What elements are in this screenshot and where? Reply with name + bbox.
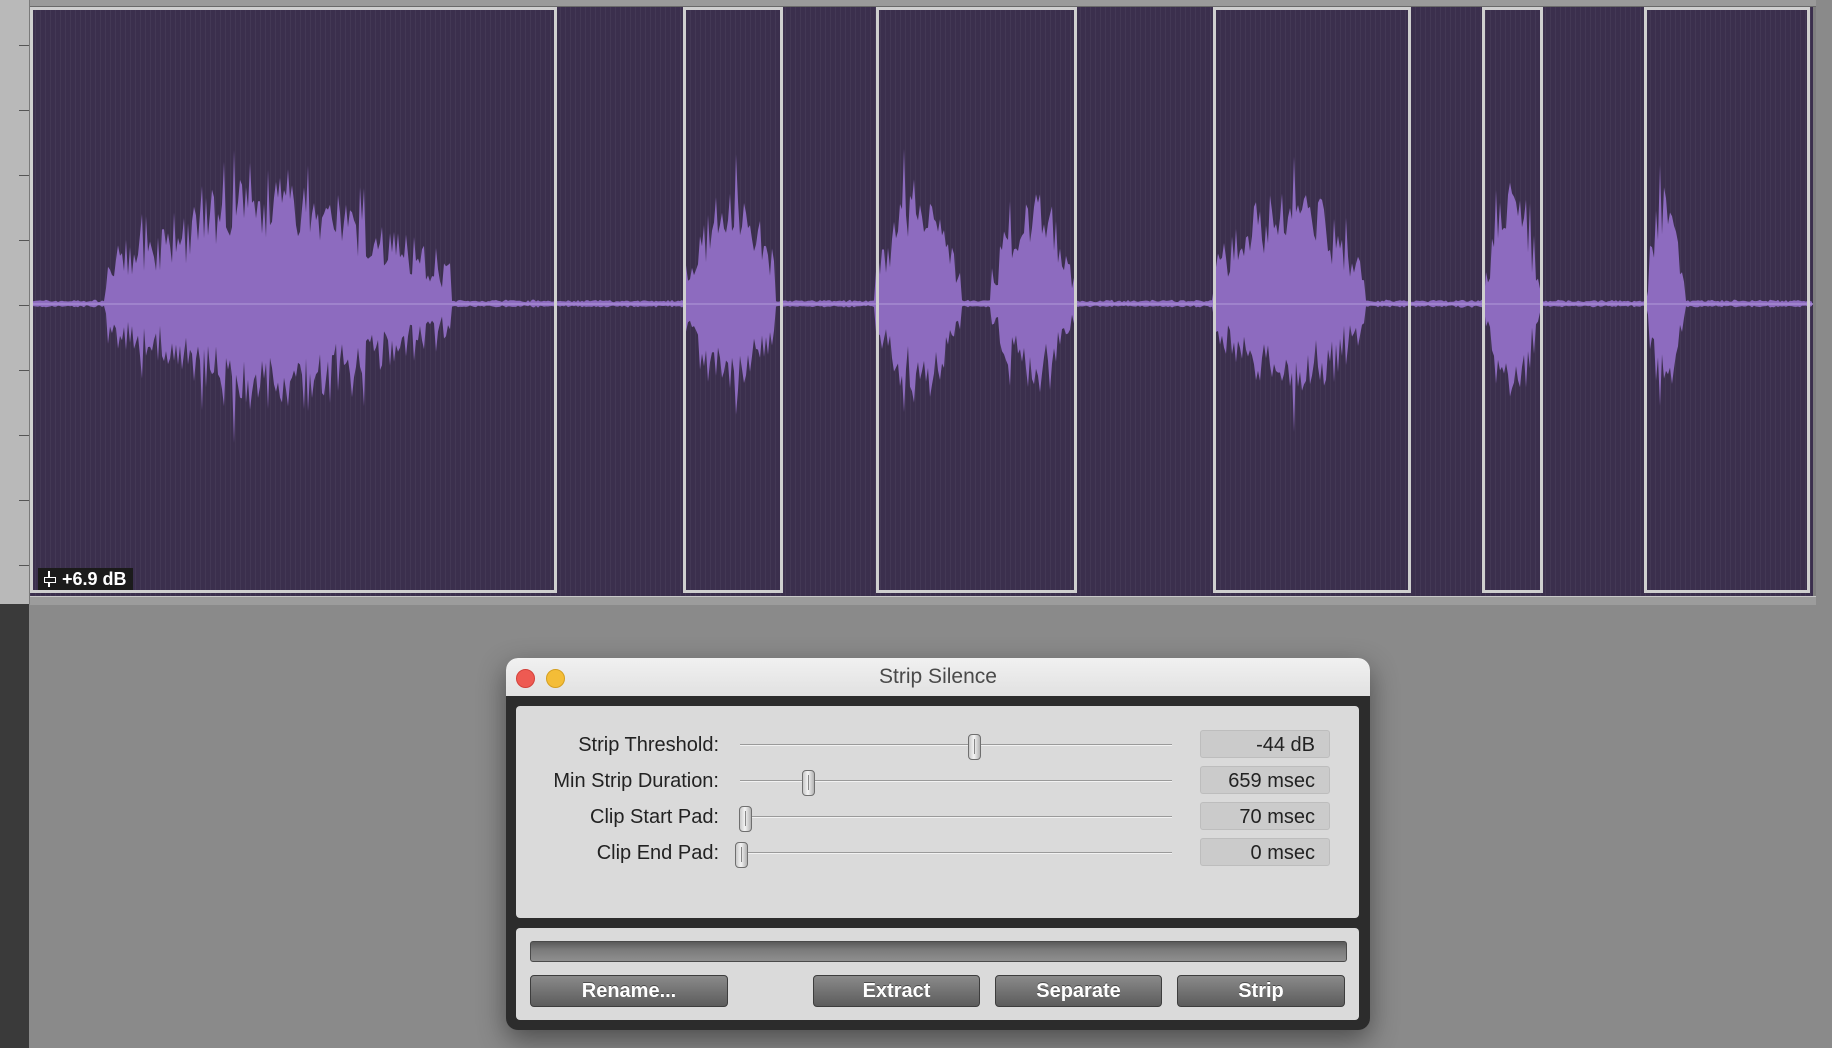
waveform-shape (30, 148, 1812, 444)
strip-threshold-value-field[interactable]: -44 dB (1200, 730, 1330, 758)
strip-silence-dialog: Strip Silence Strip Threshold: -44 dB Mi… (506, 658, 1370, 1030)
ruler-tick (19, 500, 29, 501)
clip-start-pad-slider-track[interactable] (740, 816, 1172, 818)
clip-end-pad-slider-track[interactable] (740, 852, 1172, 854)
clip-gain-value: +6.9 dB (62, 569, 127, 589)
ruler-tick (19, 305, 29, 306)
ruler-tick (19, 175, 29, 176)
clip-start-pad-label: Clip Start Pad: (590, 806, 719, 828)
dialog-titlebar[interactable]: Strip Silence (506, 658, 1370, 696)
waveform-area[interactable] (30, 7, 1813, 596)
clip-start-pad-value-field[interactable]: 70 msec (1200, 802, 1330, 830)
ruler-tick (19, 370, 29, 371)
track-bottom-border (30, 596, 1816, 605)
strip-threshold-slider-track[interactable] (740, 744, 1172, 746)
extract-button[interactable]: Extract (813, 975, 980, 1007)
min-strip-duration-slider-thumb[interactable] (801, 770, 815, 796)
ruler-tick (19, 565, 29, 566)
strip-button[interactable]: Strip (1177, 975, 1345, 1007)
dialog-title: Strip Silence (879, 665, 997, 688)
clip-end-pad-label: Clip End Pad: (596, 842, 719, 864)
param-row-clip-start-pad: Clip Start Pad: 70 msec (516, 802, 1359, 832)
clip-start-pad-slider-thumb[interactable] (739, 806, 753, 832)
param-row-min-strip-duration: Min Strip Duration: 659 msec (516, 766, 1359, 796)
clip-end-pad-value-field[interactable]: 0 msec (1200, 838, 1330, 866)
param-row-strip-threshold: Strip Threshold: -44 dB (516, 730, 1359, 760)
track-level-ruler (0, 0, 30, 604)
param-row-clip-end-pad: Clip End Pad: 0 msec (516, 838, 1359, 868)
parameters-panel: Strip Threshold: -44 dB Min Strip Durati… (516, 706, 1359, 918)
strip-threshold-label: Strip Threshold: (578, 734, 719, 756)
action-panel: Rename... Extract Separate Strip (516, 928, 1359, 1020)
min-strip-duration-label: Min Strip Duration: (553, 770, 719, 792)
clip-gain-badge[interactable]: +6.9 dB (38, 568, 133, 590)
ruler-tick (19, 435, 29, 436)
ruler-tick (19, 45, 29, 46)
min-strip-duration-value-field[interactable]: 659 msec (1200, 766, 1330, 794)
progress-bar (530, 941, 1347, 962)
clip-end-pad-slider-thumb[interactable] (735, 842, 748, 868)
clip-gain-fader-icon (42, 571, 56, 587)
ruler-tick (19, 110, 29, 111)
waveform (30, 7, 1813, 593)
strip-threshold-slider-thumb[interactable] (968, 734, 982, 760)
rename-button[interactable]: Rename... (530, 975, 728, 1007)
separate-button[interactable]: Separate (995, 975, 1162, 1007)
ruler-tick (19, 240, 29, 241)
track-top-border (30, 0, 1816, 7)
